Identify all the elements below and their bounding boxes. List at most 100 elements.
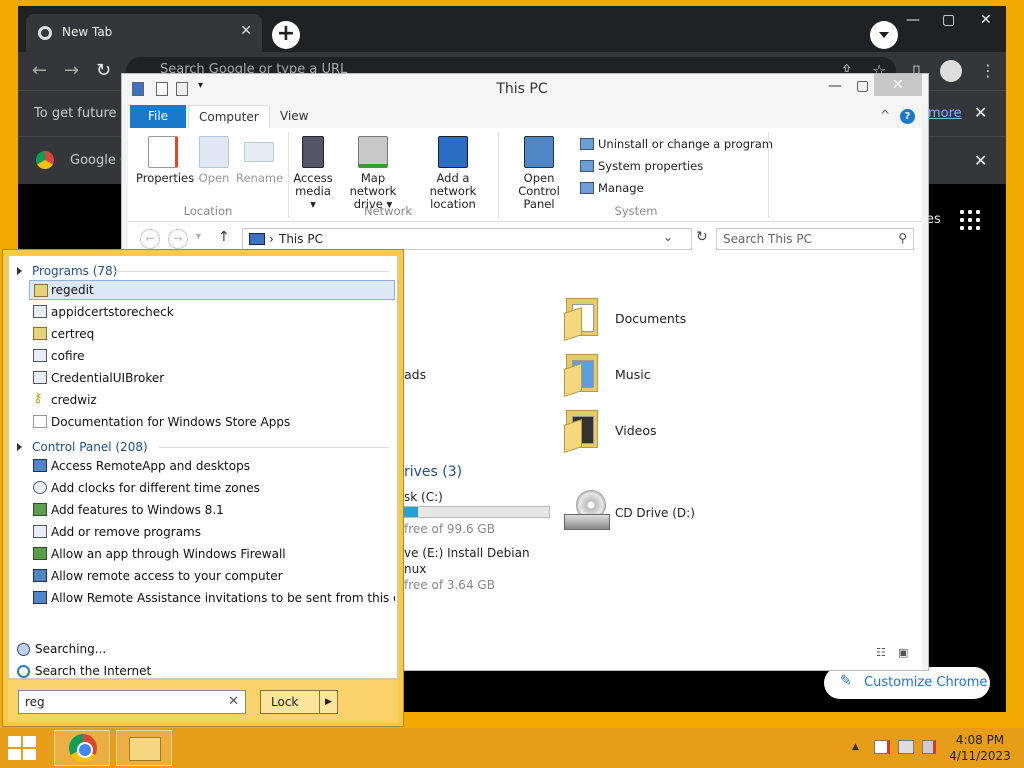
network-icon[interactable] [898,740,914,754]
tab-search-button[interactable] [870,21,898,49]
list-item-label: Allow an app through Windows Firewall [51,547,286,561]
cd-drive-icon[interactable] [564,490,614,534]
details-view-icon[interactable]: ☷ [876,646,886,659]
group-label-network: Network [363,204,413,218]
clear-search-icon[interactable]: ✕ [228,694,239,709]
drive-c-free: free of 99.6 GB [404,522,495,536]
uninstall-icon [580,138,594,150]
drives-section-header[interactable]: rives (3) [404,464,462,480]
chrome-logo-icon [36,151,54,169]
folder-label[interactable]: Videos [615,423,657,438]
address-box[interactable]: › This PC ⌄ [242,228,692,250]
reload-icon[interactable]: ↻ [96,60,111,81]
close-button[interactable]: ✕ [874,74,922,96]
list-item-regedit[interactable]: regedit [29,280,395,300]
new-tab-button[interactable]: + [272,21,300,49]
open-control-panel-button[interactable]: Open Control Panel [502,136,576,211]
back-icon[interactable]: ← [32,60,47,81]
apps-grid-icon[interactable] [960,210,980,230]
taskbar-file-explorer[interactable] [116,730,172,766]
search-internet-link[interactable]: Search the Internet [17,664,151,678]
list-item[interactable]: cofire [29,346,395,366]
close-icon[interactable]: ✕ [974,151,987,170]
folder-label[interactable]: Music [615,367,651,382]
power-options-arrow-icon[interactable]: ▶ [319,691,337,713]
access-media-button[interactable]: Access media ▾ [292,136,334,211]
map-network-drive-button[interactable]: Map network drive ▾ [336,136,410,211]
list-item[interactable]: Add clocks for different time zones [29,478,395,498]
minimize-button[interactable]: — [828,78,842,94]
programs-category-header[interactable]: Programs (78) [17,264,117,278]
add-network-location-button[interactable]: Add a network location [412,136,494,211]
list-item[interactable]: Documentation for Windows Store Apps [29,412,395,432]
address-separator-icon[interactable]: › [269,232,274,246]
list-item-label: credwiz [51,393,97,407]
list-item[interactable]: Add or remove programs [29,522,395,542]
control-panel-category-header[interactable]: Control Panel (208) [17,440,148,454]
action-center-icon[interactable] [874,740,890,754]
infobar-learn-more-link[interactable]: more [928,106,962,121]
manage-button[interactable]: Manage [580,181,644,195]
control-panel-icon [524,136,554,168]
tab-computer[interactable]: Computer [188,105,270,128]
tab-view[interactable]: View [270,105,318,128]
large-icons-view-icon[interactable]: ▣ [898,646,908,659]
forward-icon[interactable]: → [64,60,79,81]
searching-label: Searching... [35,642,107,656]
list-item[interactable]: CredentialUIBroker [29,368,395,388]
address-dropdown-icon[interactable]: ⌄ [663,230,673,244]
close-button[interactable]: ✕ [980,12,992,28]
show-hidden-icons[interactable]: ▲ [852,742,859,752]
list-item[interactable]: Access RemoteApp and desktops [29,456,395,476]
drive-d-label[interactable]: CD Drive (D:) [615,506,695,520]
partial-link-text[interactable]: es [926,212,941,227]
start-search-input[interactable]: reg ✕ [18,690,246,714]
system-properties-button[interactable]: System properties [580,159,703,173]
uninstall-program-button[interactable]: Uninstall or change a program [580,137,773,151]
list-item[interactable]: Allow an app through Windows Firewall [29,544,395,564]
close-icon[interactable]: ✕ [974,103,987,122]
list-item[interactable]: Allow Remote Assistance invitations to b… [29,588,395,608]
help-icon[interactable]: ? [900,109,915,124]
collapse-ribbon-icon[interactable]: ^ [880,108,890,122]
tab-file[interactable]: File [130,105,186,128]
chrome-tab-new-tab[interactable]: New Tab ✕ [26,14,262,52]
search-input[interactable]: Search This PC ⚲ [716,228,914,250]
music-folder-icon[interactable] [564,350,604,397]
list-item[interactable]: appidcertstorecheck [29,302,395,322]
ribbon-separator [498,132,499,218]
folder-label[interactable]: Documents [615,311,686,326]
lock-button[interactable]: Lock ▶ [260,690,338,714]
clock[interactable]: 4:08 PM 4/11/2023 [944,732,1016,764]
properties-button[interactable]: Properties [136,136,194,185]
start-button[interactable] [8,736,38,760]
menu-icon[interactable]: ⋮ [980,61,996,80]
customize-chrome-button[interactable]: Customize Chrome [824,667,990,699]
back-icon[interactable]: ← [140,229,160,249]
drive-e-label[interactable]: ve (E:) Install Debian [404,546,530,560]
list-item[interactable]: certreq [29,324,395,344]
refresh-icon[interactable]: ↻ [696,229,708,245]
drive-e-label-line2[interactable]: nux [404,562,426,576]
forward-icon[interactable]: → [168,229,188,249]
up-icon[interactable]: ↑ [218,229,230,245]
list-item[interactable]: Add features to Windows 8.1 [29,500,395,520]
taskbar-chrome[interactable] [54,730,110,766]
recent-locations-icon[interactable]: ▾ [196,231,201,242]
volume-icon[interactable] [922,740,936,754]
open-button[interactable]: Open [194,136,234,185]
documents-folder-icon[interactable] [564,294,604,341]
list-item-label: Add or remove programs [51,525,201,539]
videos-folder-icon[interactable] [564,406,604,453]
list-item[interactable]: Allow remote access to your computer [29,566,395,586]
close-icon[interactable]: ✕ [240,23,252,39]
minimize-button[interactable]: — [906,12,920,28]
list-item[interactable]: ⚷ credwiz [29,390,395,410]
maximize-button[interactable]: ▢ [942,12,955,28]
maximize-button[interactable]: ▢ [856,78,869,94]
drive-c-label[interactable]: sk (C:) [404,490,443,504]
profile-avatar[interactable] [940,60,962,82]
rename-button[interactable]: Rename [236,136,283,185]
folder-label[interactable]: ads [404,367,426,382]
search-query: reg [25,695,45,709]
